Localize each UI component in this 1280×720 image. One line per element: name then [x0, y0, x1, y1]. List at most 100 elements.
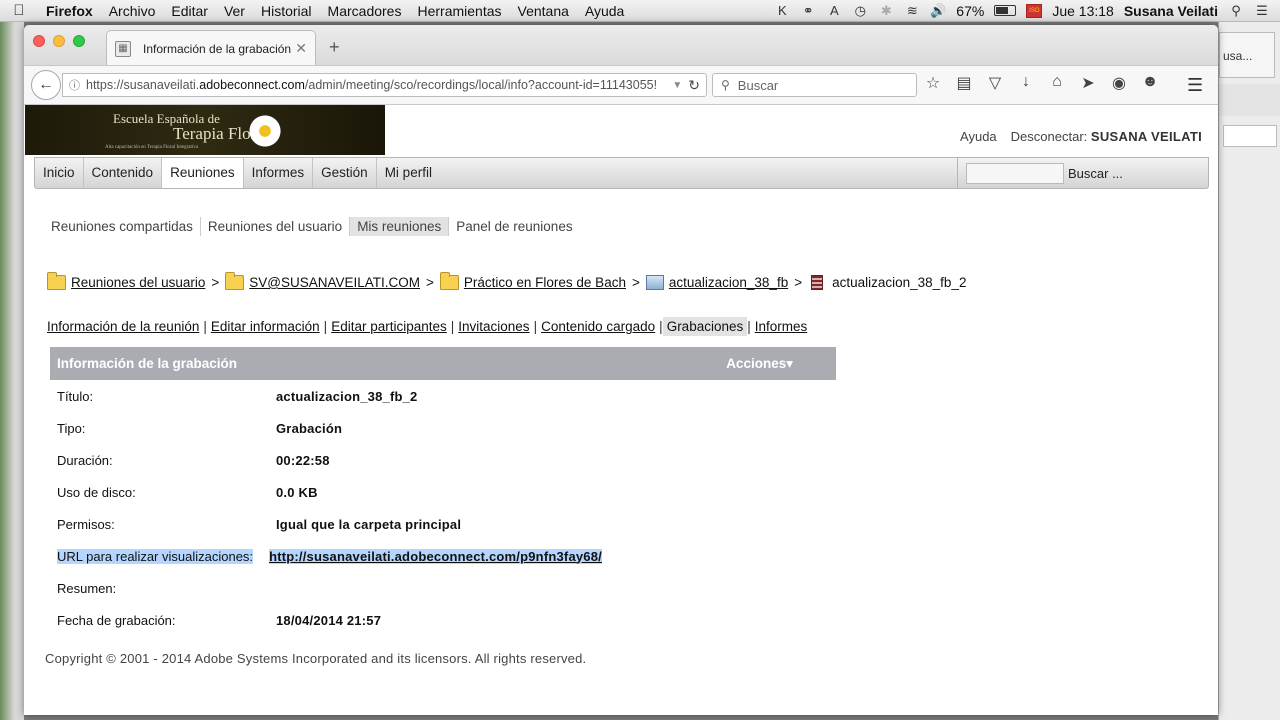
viewing-url-link[interactable]: http://susanaveilati.adobeconnect.com/p9… [269, 548, 602, 564]
breadcrumb-user-folder[interactable]: SV@SUSANAVEILATI.COM [249, 275, 420, 290]
site-logo[interactable]: Escuela Española de Terapia Floral Alta … [25, 105, 385, 155]
reading-list-icon[interactable]: ▤ [955, 73, 973, 93]
time-machine-icon[interactable]: ◷ [852, 3, 868, 18]
site-info-icon[interactable]: ⓘ [69, 77, 80, 93]
nav-gestion[interactable]: Gestión [313, 158, 377, 188]
wifi-icon[interactable]: ≋ [904, 3, 920, 18]
menu-ayuda[interactable]: Ayuda [577, 3, 632, 19]
volume-icon[interactable]: 🔊 [930, 3, 946, 18]
nav-mi-perfil[interactable]: Mi perfil [377, 158, 440, 188]
window-maximize-button[interactable] [73, 35, 85, 47]
url-dropdown-icon[interactable]: ▼ [672, 80, 682, 91]
spotlight-search-icon[interactable]: ⚲ [1228, 3, 1244, 18]
creative-cloud-icon[interactable]: ⚭ [800, 3, 816, 18]
reload-icon[interactable]: ↻ [688, 77, 700, 94]
logout-area: Desconectar: SUSANA VEILATI [1011, 129, 1202, 144]
info-value: 18/04/2014 21:57 [276, 612, 382, 628]
menu-editar[interactable]: Editar [163, 3, 216, 19]
sub-navigation: Reuniones compartidas Reuniones del usua… [44, 217, 580, 236]
site-search-input[interactable] [966, 162, 1064, 184]
tab-contenido-cargado[interactable]: Contenido cargado [537, 317, 659, 336]
browser-tab[interactable]: ▦ Información de la grabación ✕ [106, 30, 316, 66]
tab-close-icon[interactable]: ✕ [295, 40, 307, 57]
menu-ver[interactable]: Ver [216, 3, 253, 19]
input-source-flag-icon[interactable]: ISO [1026, 3, 1043, 18]
search-input[interactable]: ⚲ Buscar [712, 73, 917, 97]
panel-header: Información de la grabación Acciones▾ [50, 347, 836, 380]
open-menu-icon[interactable]: ☰ [1187, 75, 1203, 96]
menu-ventana[interactable]: Ventana [510, 3, 577, 19]
panel-title: Información de la grabación [57, 356, 238, 371]
tab-informes[interactable]: Informes [751, 317, 812, 336]
menu-herramientas[interactable]: Herramientas [409, 3, 509, 19]
site-search: Buscar ... [957, 158, 1208, 188]
info-row-duracion: Duración: 00:22:58 [50, 444, 836, 476]
breadcrumb-separator: > [425, 275, 434, 290]
nav-informes[interactable]: Informes [244, 158, 314, 188]
breadcrumb-reuniones-del-usuario[interactable]: Reuniones del usuario [71, 275, 205, 290]
download-icon[interactable]: ↓ [1017, 73, 1035, 93]
menu-clock[interactable]: Jue 13:18 [1052, 3, 1114, 19]
info-row-fecha: Fecha de grabación: 18/04/2014 21:57 [50, 604, 836, 636]
tab-editar-informacion[interactable]: Editar información [207, 317, 324, 336]
site-search-button[interactable]: Buscar ... [1068, 166, 1208, 181]
subnav-reuniones-del-usuario[interactable]: Reuniones del usuario [201, 217, 351, 236]
background-tab[interactable]: usa... [1219, 32, 1275, 78]
pocket-icon[interactable]: ▽ [986, 73, 1004, 93]
menu-app-firefox[interactable]: Firefox [38, 3, 101, 19]
info-label: Permisos: [57, 516, 115, 532]
notification-center-icon[interactable]: ☰ [1254, 3, 1270, 18]
tab-editar-participantes[interactable]: Editar participantes [327, 317, 451, 336]
back-button[interactable]: ← [31, 70, 61, 100]
breadcrumb-separator: > [794, 275, 803, 290]
window-close-button[interactable] [33, 35, 45, 47]
help-link[interactable]: Ayuda [960, 129, 997, 144]
subnav-mis-reuniones[interactable]: Mis reuniones [350, 217, 450, 236]
main-navigation: Inicio Contenido Reuniones Informes Gest… [34, 157, 1209, 189]
subnav-reuniones-compartidas[interactable]: Reuniones compartidas [44, 217, 201, 236]
nav-reuniones[interactable]: Reuniones [162, 158, 244, 188]
actions-dropdown[interactable]: Acciones▾ [726, 356, 793, 372]
menu-historial[interactable]: Historial [253, 3, 320, 19]
menu-marcadores[interactable]: Marcadores [320, 3, 410, 19]
info-value: 0.0 KB [276, 484, 318, 500]
background-desktop [0, 22, 24, 720]
window-minimize-button[interactable] [53, 35, 65, 47]
info-value: Grabación [276, 420, 343, 436]
menu-user[interactable]: Susana Veilati [1124, 3, 1218, 19]
info-label: Uso de disco: [57, 484, 136, 500]
url-bar[interactable]: ⓘ https://susanaveilati.adobeconnect.com… [62, 73, 707, 97]
tab-title: Información de la grabación [143, 41, 292, 56]
battery-percent[interactable]: 67% [956, 3, 984, 19]
nav-inicio[interactable]: Inicio [35, 158, 84, 188]
home-icon[interactable]: ⌂ [1048, 73, 1066, 93]
chevron-down-icon: ▾ [786, 355, 793, 371]
url-text: https://susanaveilati.adobeconnect.com/a… [86, 78, 658, 92]
font-icon[interactable]: A [826, 3, 842, 18]
bookmark-star-icon[interactable]: ☆ [924, 73, 942, 93]
battery-fill [996, 7, 1009, 14]
battery-icon[interactable] [994, 5, 1017, 16]
new-tab-button[interactable]: + [329, 37, 340, 58]
menu-archivo[interactable]: Archivo [101, 3, 164, 19]
tab-grabaciones[interactable]: Grabaciones [662, 317, 748, 336]
subnav-panel-de-reuniones[interactable]: Panel de reuniones [449, 217, 579, 236]
recording-info-panel: Información de la grabación Acciones▾ Tí… [50, 347, 836, 636]
tab-informacion-reunion[interactable]: Información de la reunión [43, 317, 203, 336]
search-placeholder: Buscar [737, 77, 779, 93]
send-icon[interactable]: ➤ [1079, 73, 1097, 93]
kindle-icon[interactable]: K [774, 3, 790, 18]
bluetooth-icon[interactable]: ✱ [878, 3, 894, 18]
emoji-icon[interactable]: ☻ [1141, 73, 1159, 93]
username: SUSANA VEILATI [1090, 129, 1202, 144]
nav-contenido[interactable]: Contenido [84, 158, 163, 188]
info-label: Tipo: [57, 420, 86, 436]
meeting-tabs: Información de la reunión | Editar inform… [43, 317, 811, 336]
breadcrumb-practico-folder[interactable]: Práctico en Flores de Bach [464, 275, 626, 290]
sync-icon[interactable]: ◉ [1110, 73, 1128, 93]
logout-link[interactable]: Desconectar: [1011, 129, 1088, 144]
apple-menu-icon[interactable]:  [0, 2, 38, 19]
breadcrumb-meeting[interactable]: actualizacion_38_fb [669, 275, 788, 290]
tab-invitaciones[interactable]: Invitaciones [454, 317, 533, 336]
breadcrumb-separator: > [211, 275, 220, 290]
